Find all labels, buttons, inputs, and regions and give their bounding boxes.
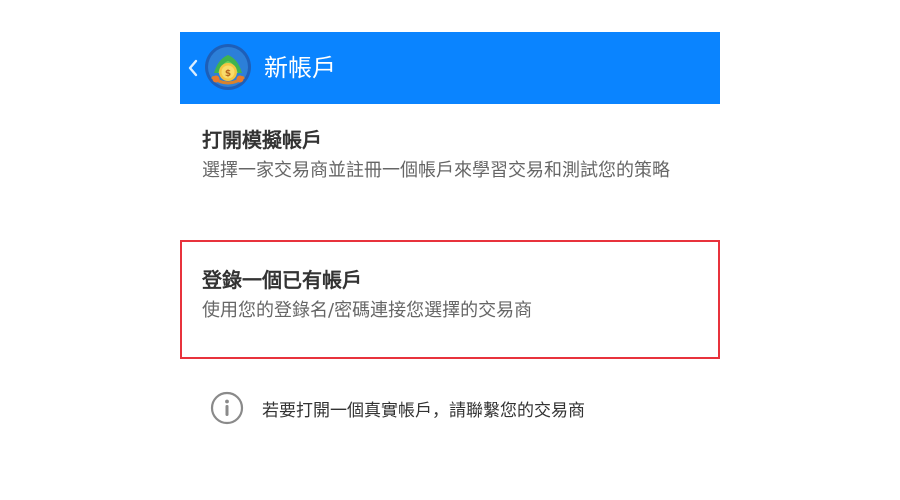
- info-icon: [210, 391, 244, 425]
- page-title: 新帳戶: [264, 54, 336, 82]
- option-title: 打開模擬帳戶: [202, 128, 322, 152]
- app-bar: $ 新帳戶: [180, 32, 720, 104]
- option-description: 選擇一家交易商並註冊一個帳戶來學習交易和測試您的策略: [202, 160, 670, 181]
- option-title: 登錄一個已有帳戶: [202, 268, 362, 292]
- login-existing-account-option[interactable]: 登錄一個已有帳戶 使用您的登錄名/密碼連接您選擇的交易商: [180, 240, 720, 359]
- real-account-info: 若要打開一個真實帳戶，請聯繫您的交易商: [210, 390, 585, 426]
- option-description: 使用您的登錄名/密碼連接您選擇的交易商: [202, 300, 533, 321]
- info-text: 若要打開一個真實帳戶，請聯繫您的交易商: [262, 400, 585, 421]
- chevron-left-icon: [188, 59, 198, 77]
- svg-text:$: $: [225, 69, 231, 79]
- back-button[interactable]: [184, 32, 202, 104]
- new-account-screen: $ 新帳戶 打開模擬帳戶 選擇一家交易商並註冊一個帳戶來學習交易和測試您的策略 …: [0, 0, 900, 500]
- open-demo-account-option[interactable]: 打開模擬帳戶 選擇一家交易商並註冊一個帳戶來學習交易和測試您的策略: [180, 112, 720, 230]
- metatrader-logo-icon: $: [205, 44, 251, 90]
